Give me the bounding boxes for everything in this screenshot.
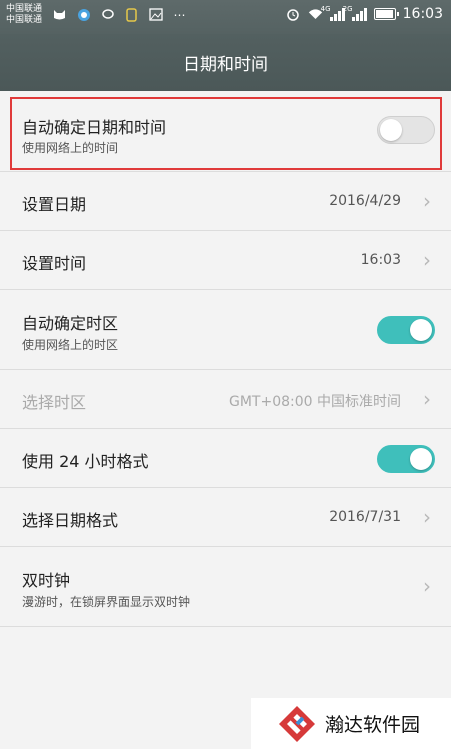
chevron-right-icon: › bbox=[423, 189, 431, 213]
carrier-1: 中国联通 bbox=[6, 4, 43, 14]
watermark: 瀚达软件园 bbox=[251, 698, 451, 749]
chevron-right-icon: › bbox=[423, 505, 431, 529]
select-timezone-value: GMT+08:00 中国标准时间 bbox=[228, 394, 401, 410]
use-24h-toggle[interactable] bbox=[377, 445, 435, 473]
auto-timezone-sub: 使用网络上的时区 bbox=[22, 338, 119, 352]
dual-clock-label: 双时钟 bbox=[22, 571, 71, 590]
use-24h-row[interactable]: 使用 24 小时格式 bbox=[0, 429, 451, 488]
settings-list: 自动确定日期和时间 使用网络上的时间 设置日期 2016/4/29 › 设置时间… bbox=[0, 92, 451, 627]
chevron-right-icon: › bbox=[423, 574, 431, 598]
set-date-value: 2016/4/29 bbox=[329, 193, 401, 209]
set-time-value: 16:03 bbox=[360, 252, 401, 268]
carrier-2: 中国联通 bbox=[6, 15, 43, 25]
toggle-knob bbox=[410, 448, 432, 470]
set-time-label: 设置时间 bbox=[22, 254, 87, 273]
signal-icon: 2G bbox=[343, 5, 367, 21]
set-time-row[interactable]: 设置时间 16:03 › bbox=[0, 231, 451, 290]
status-clock: 16:03 bbox=[402, 6, 443, 22]
toggle-knob bbox=[380, 119, 402, 141]
dual-clock-row[interactable]: 双时钟 漫游时，在锁屏界面显示双时钟 › bbox=[0, 547, 451, 627]
image-icon bbox=[148, 8, 163, 21]
system-icons: 4G 2G 16:03 bbox=[286, 5, 443, 22]
toggle-knob bbox=[410, 319, 432, 341]
auto-timezone-label: 自动确定时区 bbox=[22, 314, 119, 333]
alarm-icon bbox=[286, 8, 301, 21]
auto-timezone-row[interactable]: 自动确定时区 使用网络上的时区 bbox=[0, 290, 451, 370]
notification-icons: ⋯ bbox=[52, 7, 187, 22]
network-type-4g: 4G bbox=[320, 5, 331, 13]
date-format-label: 选择日期格式 bbox=[22, 511, 119, 530]
carrier-labels: 中国联通 中国联通 bbox=[6, 4, 42, 26]
page-title: 日期和时间 bbox=[183, 55, 268, 75]
auto-datetime-toggle[interactable] bbox=[377, 116, 435, 144]
chevron-right-icon: › bbox=[423, 387, 431, 411]
use-24h-label: 使用 24 小时格式 bbox=[22, 452, 149, 471]
cat-icon bbox=[52, 8, 67, 21]
browser-icon bbox=[76, 8, 91, 21]
chat-icon bbox=[100, 8, 115, 21]
chevron-right-icon: › bbox=[423, 248, 431, 272]
network-type-2g: 2G bbox=[342, 5, 353, 13]
set-date-label: 设置日期 bbox=[22, 195, 87, 214]
auto-datetime-label: 自动确定日期和时间 bbox=[22, 118, 167, 137]
more-dots-icon: ⋯ bbox=[173, 7, 186, 22]
watermark-text: 瀚达软件园 bbox=[325, 714, 421, 736]
dual-clock-sub: 漫游时，在锁屏界面显示双时钟 bbox=[22, 595, 191, 609]
shield-icon bbox=[124, 7, 139, 22]
auto-timezone-toggle[interactable] bbox=[377, 316, 435, 344]
watermark-logo-icon bbox=[277, 704, 317, 744]
auto-datetime-row[interactable]: 自动确定日期和时间 使用网络上的时间 bbox=[0, 92, 451, 172]
set-date-row[interactable]: 设置日期 2016/4/29 › bbox=[0, 172, 451, 231]
status-bar: 中国联通 中国联通 ⋯ 4G 2G 16:03 bbox=[0, 0, 451, 34]
auto-datetime-sub: 使用网络上的时间 bbox=[22, 141, 119, 155]
select-timezone-label: 选择时区 bbox=[22, 393, 87, 412]
battery-icon bbox=[373, 8, 399, 20]
title-bar: 日期和时间 bbox=[0, 34, 451, 91]
select-timezone-row: 选择时区 GMT+08:00 中国标准时间 › bbox=[0, 370, 451, 429]
date-format-value: 2016/7/31 bbox=[329, 509, 401, 525]
date-format-row[interactable]: 选择日期格式 2016/7/31 › bbox=[0, 488, 451, 547]
